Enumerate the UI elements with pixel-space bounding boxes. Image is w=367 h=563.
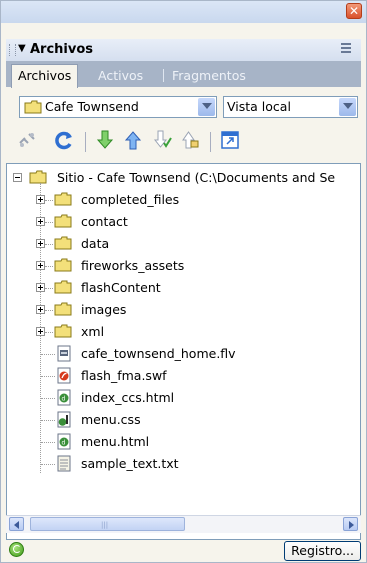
log-button[interactable]: Registro... [284,541,361,561]
file-label: index_ccs.html [81,390,175,405]
scroll-right-button[interactable] [343,517,358,531]
folder-icon [54,302,72,316]
file-label: cafe_townsend_home.flv [81,346,236,361]
collapse-arrow-icon[interactable]: ▼ [18,43,26,54]
file-label: menu.html [81,434,150,449]
collapse-toggle[interactable] [13,173,22,182]
expand-toggle[interactable] [36,283,45,292]
connection-status-icon [9,542,24,557]
toolbar-separator [210,132,211,152]
files-panel-window: ✕ ▼ Archivos Archivos Activos Fragmentos… [0,0,367,563]
folder-icon [54,324,72,338]
status-bar: Registro... [6,539,361,561]
folder-icon [29,170,47,184]
folder-label: completed_files [81,192,180,207]
chevron-down-icon[interactable] [198,98,215,116]
scroll-thumb[interactable]: ||| [30,517,185,531]
folder-icon [54,192,72,206]
toolbar-separator [85,132,86,152]
close-icon: ✕ [348,4,360,18]
expand-toggle[interactable] [36,217,45,226]
svg-text:d: d [62,440,66,447]
scroll-left-button[interactable] [9,517,24,531]
folder-icon [54,258,72,272]
toolbar [6,126,361,158]
folder-label: xml [81,324,105,339]
tab-divider [163,69,164,82]
tab-activos[interactable]: Activos [92,65,149,87]
folder-icon [24,100,42,114]
folder-label: data [81,236,110,251]
tree-root-label: Sitio - Cafe Townsend (C:\Documents and … [57,170,336,185]
view-select-value: Vista local [227,99,291,114]
get-files-icon[interactable] [94,129,116,151]
tab-fragmentos[interactable]: Fragmentos [166,65,252,87]
folder-icon [54,214,72,228]
site-select[interactable]: Cafe Townsend [19,96,217,118]
folder-icon [54,236,72,250]
panel-title: Archivos [30,42,94,57]
tree-root-row[interactable]: Sitio - Cafe Townsend (C:\Documents and … [7,167,360,189]
expand-toggle[interactable] [36,305,45,314]
window-titlebar: ✕ [1,1,366,23]
expand-toggle[interactable] [36,327,45,336]
view-select[interactable]: Vista local [223,96,358,118]
swf-file-icon [57,367,71,384]
css-file-icon [57,411,71,428]
file-label: menu.css [81,412,141,427]
folder-label: images [81,302,127,317]
panel-tabs: Archivos Activos Fragmentos [6,61,361,88]
html-file-icon: d [57,433,71,450]
horizontal-scrollbar[interactable]: ||| [6,515,361,533]
folder-icon [54,280,72,294]
file-tree[interactable]: Sitio - Cafe Townsend (C:\Documents and … [6,163,361,540]
chevron-down-icon[interactable] [339,98,356,116]
refresh-icon[interactable] [53,129,75,151]
panel-header[interactable]: ▼ Archivos [6,39,361,62]
expand-toggle[interactable] [36,195,45,204]
expand-panel-icon[interactable] [219,129,241,151]
svg-text:d: d [62,396,66,403]
tab-archivos[interactable]: Archivos [11,64,79,88]
html-file-icon: d [57,389,71,406]
file-label: flash_fma.swf [81,368,167,383]
connect-icon[interactable] [16,129,38,151]
site-select-value: Cafe Townsend [45,99,139,114]
folder-label: contact [81,214,128,229]
file-label: sample_text.txt [81,456,179,471]
put-files-icon[interactable] [122,129,144,151]
flv-file-icon [57,345,71,362]
text-file-icon [57,455,71,472]
close-button[interactable]: ✕ [346,3,362,19]
folder-label: fireworks_assets [81,258,185,273]
folder-label: flashContent [81,280,161,295]
check-out-icon[interactable] [151,129,173,151]
expand-toggle[interactable] [36,239,45,248]
options-menu-icon[interactable] [341,43,355,55]
expand-toggle[interactable] [36,261,45,270]
drag-grip[interactable] [9,44,16,56]
check-in-icon[interactable] [179,129,201,151]
